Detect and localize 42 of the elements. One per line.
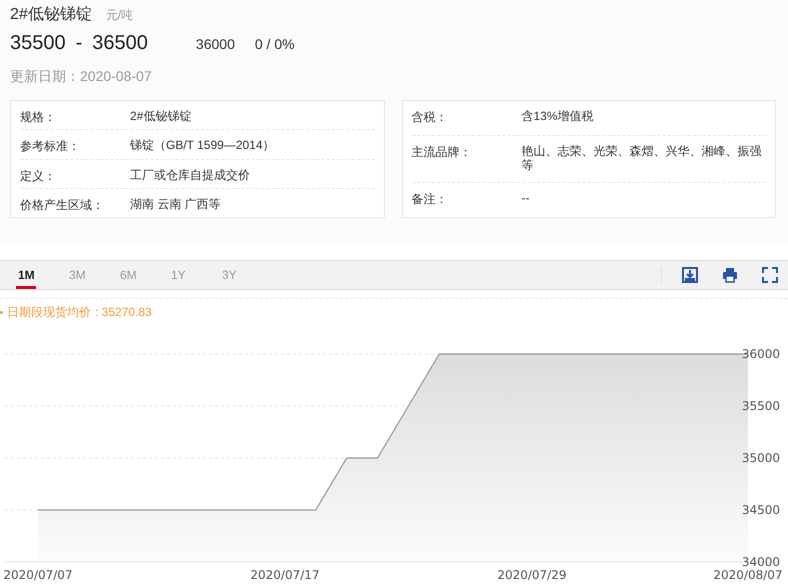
spec-label: 含税： [412, 109, 448, 126]
x-axis-label: 2020/08/07 [713, 568, 783, 582]
y-axis-label: 34500 [742, 503, 780, 517]
spec-value: 锑锭（GB/T 1599—2014） [130, 138, 276, 152]
spec-value: 工厂或仓库自提成交价 [130, 168, 251, 182]
spec-label: 规格： [20, 109, 57, 124]
product-name: 2#低铋锑锭 [10, 5, 92, 25]
spec-label: 参考标准： [20, 138, 81, 152]
price-high: 36500 [92, 32, 148, 55]
period-tab[interactable]: 1M [14, 261, 65, 289]
x-axis-label: 2020/07/07 [3, 568, 73, 582]
y-axis-label: 35500 [742, 399, 780, 413]
spec-label: 价格产生区域： [20, 196, 105, 211]
x-axis-label: 2020/07/29 [497, 568, 566, 582]
legend-dot [0, 310, 3, 314]
price-change: 0 / 0% [254, 36, 295, 52]
spec-value: 湖南 云南 广西等 [130, 196, 222, 211]
unit-label: 元/吨 [106, 7, 134, 24]
download-icon[interactable] [682, 267, 698, 283]
spec-label: 定义： [20, 168, 57, 182]
y-axis-label: 35000 [742, 451, 780, 465]
period-tab[interactable]: 6M [116, 261, 167, 289]
price-low: 35500 [10, 32, 66, 55]
spec-value: 含13%增值税 [522, 109, 595, 125]
spec-label: 主流品牌： [412, 144, 472, 162]
y-axis-label: 34000 [742, 555, 780, 569]
y-axis-label: 36000 [742, 347, 780, 361]
average-price: 36000 [196, 36, 235, 52]
print-icon[interactable] [722, 267, 738, 283]
fullscreen-icon[interactable] [762, 267, 778, 283]
legend-label: 日期段现货均价 [7, 304, 91, 320]
period-tab[interactable]: 1Y [167, 261, 218, 289]
period-tab[interactable]: 3Y [218, 261, 269, 289]
x-axis-label: 2020/07/17 [250, 568, 320, 582]
spec-label: 备注： [412, 190, 448, 208]
spec-value: -- [522, 190, 530, 207]
spec-value: 2#低铋锑锭 [130, 109, 192, 124]
spec-value: 艳山、志荣、光荣、森熠、兴华、湘峰、振强等 [522, 144, 762, 174]
legend-value: : 35270.83 [95, 305, 152, 319]
update-date: 更新日期：2020-08-07 [10, 68, 153, 86]
range-dash: - [76, 32, 82, 55]
period-tab[interactable]: 3M [65, 261, 116, 289]
